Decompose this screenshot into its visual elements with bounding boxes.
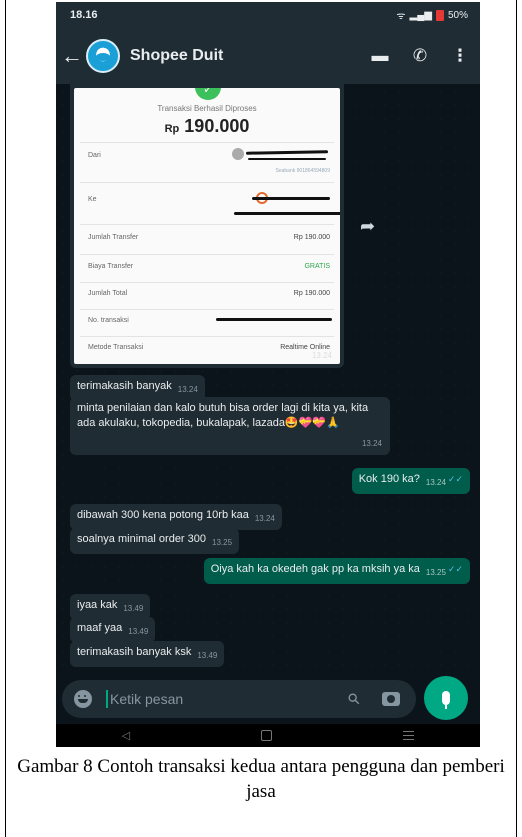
divider <box>80 142 334 143</box>
image-message[interactable]: ✓ Transaksi Berhasil Diproses Rp 190.000… <box>70 84 344 368</box>
receipt-row-fee: Biaya Transfer GRATIS <box>88 263 330 270</box>
status-time: 18.16 <box>70 9 98 21</box>
forward-icon[interactable]: ➦ <box>360 216 375 237</box>
divider <box>80 182 334 183</box>
battery-level: 50% <box>447 9 468 21</box>
divider <box>80 282 334 283</box>
add-call-icon[interactable]: ✆ <box>400 46 440 66</box>
message-incoming[interactable]: maaf yaa 13.49 <box>70 617 156 643</box>
mic-button[interactable] <box>424 676 468 720</box>
message-incoming[interactable]: soalnya minimal order 300 13.25 <box>70 528 240 554</box>
message-input-bar[interactable]: Ketik pesan ⚲ <box>62 680 416 718</box>
redaction-mark <box>234 212 340 215</box>
sender-avatar <box>232 148 244 160</box>
receipt-amount: Rp 190.000 <box>164 116 250 136</box>
message-incoming[interactable]: terimakasih banyak ksk 13.49 <box>70 641 225 667</box>
message-input[interactable]: Ketik pesan <box>110 691 334 707</box>
divider <box>80 336 334 337</box>
chat-area[interactable]: ✓ Transaksi Berhasil Diproses Rp 190.000… <box>56 84 480 675</box>
redaction-mark <box>252 197 330 200</box>
divider <box>80 254 334 255</box>
contact-name[interactable]: Shopee Duit <box>130 47 360 65</box>
nav-home-icon[interactable] <box>261 730 273 741</box>
phone-screen: 18.16 ᯤ ▂▄▆ 50% ← Shopee Duit ▬ ✆ ⋮ ✓ Tr… <box>56 2 480 747</box>
message-outgoing[interactable]: Kok 190 ka? 13.24 ✓✓ <box>351 468 470 494</box>
status-bar: 18.16 ᯤ ▂▄▆ 50% <box>56 2 480 28</box>
attach-icon[interactable]: ⚲ <box>333 678 374 719</box>
message-time: 13.24 <box>311 351 332 360</box>
figure-caption: Gambar 8 Contoh transaksi kedua antara p… <box>17 756 505 802</box>
receipt-row-total: Jumlah Total Rp 190.000 <box>88 290 330 297</box>
redaction-mark <box>248 158 326 160</box>
check-icon: ✓ <box>195 88 221 100</box>
nav-recents-icon[interactable] <box>403 731 415 740</box>
message-incoming[interactable]: minta penilaian dan kalo butuh bisa orde… <box>70 397 390 455</box>
android-nav-bar: ◁ <box>56 724 480 747</box>
mic-icon <box>442 691 450 709</box>
wifi-icon: ᯤ <box>396 11 406 22</box>
battery-icon <box>435 9 444 21</box>
back-arrow-icon[interactable]: ← <box>58 43 86 69</box>
status-icons: ᯤ ▂▄▆ 50% <box>396 8 468 22</box>
read-ticks-icon: ✓✓ <box>447 474 463 484</box>
nav-back-icon[interactable]: ◁ <box>122 729 130 742</box>
receipt-row-amount: Jumlah Transfer Rp 190.000 <box>88 234 330 241</box>
signal-icon: ▂▄▆ <box>409 9 432 21</box>
redaction-mark <box>216 318 332 321</box>
message-incoming[interactable]: dibawah 300 kena potong 10rb kaa 13.24 <box>70 504 282 530</box>
text-cursor <box>106 690 108 708</box>
more-vert-icon[interactable]: ⋮ <box>440 46 480 66</box>
avatar[interactable] <box>86 39 120 73</box>
read-ticks-icon: ✓✓ <box>447 564 463 574</box>
message-outgoing[interactable]: Oiya kah ka okedeh gak pp ka mksih ya ka… <box>203 558 470 584</box>
emoji-icon[interactable] <box>74 690 92 708</box>
divider <box>80 309 334 310</box>
chat-header: ← Shopee Duit ▬ ✆ ⋮ <box>56 28 480 84</box>
receipt-row-method: Metode Transaksi Realtime Online <box>88 344 330 351</box>
divider <box>80 224 334 225</box>
store-icon[interactable]: ▬ <box>360 46 400 66</box>
receipt-image[interactable]: ✓ Transaksi Berhasil Diproses Rp 190.000… <box>74 88 340 364</box>
bank-note: Seabank 901864594809 <box>275 168 331 174</box>
camera-icon[interactable] <box>382 692 400 706</box>
receipt-status: Transaksi Berhasil Diproses <box>157 104 257 113</box>
